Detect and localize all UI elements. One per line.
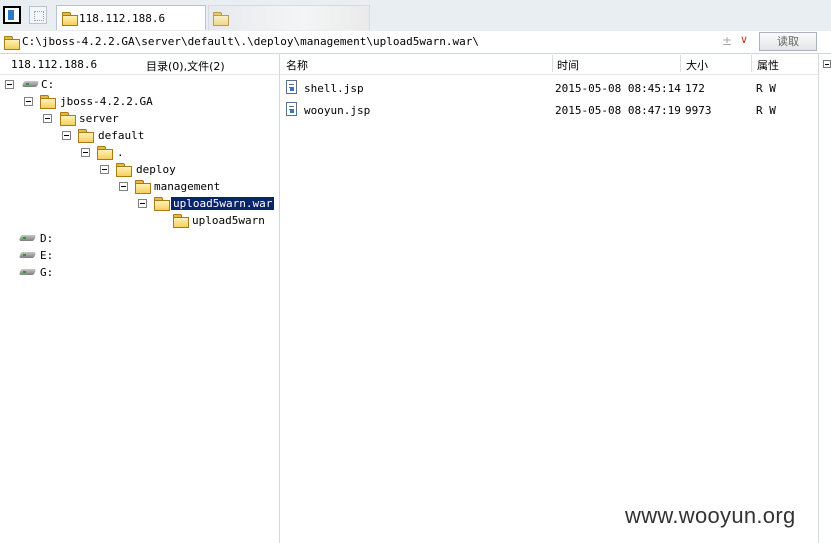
file-time: 2015-05-08 08:47:19 [555,104,681,117]
tab-host[interactable]: 118.112.188.6 [56,5,206,30]
drive-icon [20,268,36,276]
address-bar: C:\jboss-4.2.2.GA\server\default\.\deplo… [0,31,831,54]
tree-node-deploy[interactable]: deploy [100,162,200,178]
tree-node-dot[interactable]: . [81,145,141,161]
tree-node-drive-d[interactable]: D: [18,231,78,247]
tree-node-drive-e[interactable]: E: [18,248,78,264]
tree-node-label: C: [41,78,55,91]
tab-strip: 118.112.188.6 [0,0,831,32]
file-name: shell.jsp [304,82,364,95]
file-row[interactable]: shell.jsp 2015-05-08 08:45:14 172 R W [280,78,818,98]
tree-node-label: E: [40,249,54,262]
watermark: www.wooyun.org [625,503,796,528]
column-divider[interactable] [751,55,752,72]
tree-node-label: deploy [136,163,176,176]
plus-minus-icon[interactable]: ± [722,34,732,48]
tree-node-label: G: [40,266,54,279]
collapse-icon[interactable] [119,182,128,191]
tab-label: 118.112.188.6 [79,12,166,25]
collapse-icon[interactable] [62,131,71,140]
column-header-time[interactable]: 时间 [557,57,579,73]
file-row[interactable]: wooyun.jsp 2015-05-08 08:47:19 9973 R W [280,100,818,120]
folder-icon [4,36,20,50]
folder-icon [40,95,56,109]
collapse-icon[interactable] [138,199,147,208]
column-header-name[interactable]: 名称 [286,57,308,73]
collapse-icon[interactable] [24,97,33,106]
dir-summary: 目录(0),文件(2) [146,60,225,73]
tree-node-server[interactable]: server [43,111,163,127]
file-time: 2015-05-08 08:45:14 [555,82,681,95]
tree-node-default[interactable]: default [62,128,182,144]
column-divider[interactable] [552,55,553,72]
drive-icon [20,234,36,242]
chevron-down-icon[interactable]: ∨ [740,33,748,46]
tree-node-label: default [98,129,145,142]
read-button[interactable]: 读取 [759,32,817,51]
host-label: 118.112.188.6 [11,58,98,71]
tree-node-drive-c[interactable]: C: [5,77,105,93]
drive-icon [23,80,39,88]
file-list-header: 名称 时间 大小 属性 [280,54,818,75]
tree-node-label: upload5warn [192,214,265,227]
panel-toggle-icon[interactable] [3,6,21,24]
tree-node-upload5warn[interactable]: upload5warn [173,213,273,229]
file-size: 172 [685,82,705,95]
folder-icon [62,12,78,26]
folder-icon [213,12,229,26]
tab-second[interactable] [208,5,370,30]
drive-icon [20,251,36,259]
collapse-icon[interactable] [81,148,90,157]
folder-icon [173,214,189,228]
jsp-file-icon [286,102,297,116]
collapse-icon[interactable] [823,60,831,68]
tree-node-management[interactable]: management [119,179,239,195]
new-tab-icon[interactable] [29,6,47,24]
tree-node-label: jboss-4.2.2.GA [60,95,153,108]
column-divider[interactable] [680,55,681,72]
jsp-file-icon [286,80,297,94]
file-size: 9973 [685,104,712,117]
folder-icon [154,197,170,211]
file-name: wooyun.jsp [304,104,371,117]
collapse-icon[interactable] [5,80,14,89]
tree-node-jboss[interactable]: jboss-4.2.2.GA [24,94,184,110]
file-attr: R W [756,82,776,95]
tree-node-label: server [79,112,119,125]
tree-node-drive-g[interactable]: G: [18,265,78,281]
column-header-size[interactable]: 大小 [686,57,708,73]
tree-node-label: management [154,180,221,193]
tree-node-upload5warn-war[interactable]: upload5warn.war [138,196,278,212]
path-input[interactable]: C:\jboss-4.2.2.GA\server\default\.\deplo… [22,35,479,48]
collapse-icon[interactable] [43,114,52,123]
directory-tree-pane: 118.112.188.6 目录(0),文件(2) C: jboss-4.2.2… [0,54,280,543]
folder-icon [97,146,113,160]
folder-icon [78,129,94,143]
tree-node-label: D: [40,232,54,245]
tree-node-label: . [117,146,124,159]
folder-icon [135,180,151,194]
collapse-icon[interactable] [100,165,109,174]
column-header-attr[interactable]: 属性 [757,57,779,73]
file-attr: R W [756,104,776,117]
side-panel-strip [818,54,831,543]
file-list-pane: 名称 时间 大小 属性 shell.jsp 2015-05-08 08:45:1… [280,54,818,543]
tree-header: 118.112.188.6 目录(0),文件(2) [0,54,279,75]
folder-icon [60,112,76,126]
folder-icon [116,163,132,177]
tree-node-label: upload5warn.war [171,197,275,210]
